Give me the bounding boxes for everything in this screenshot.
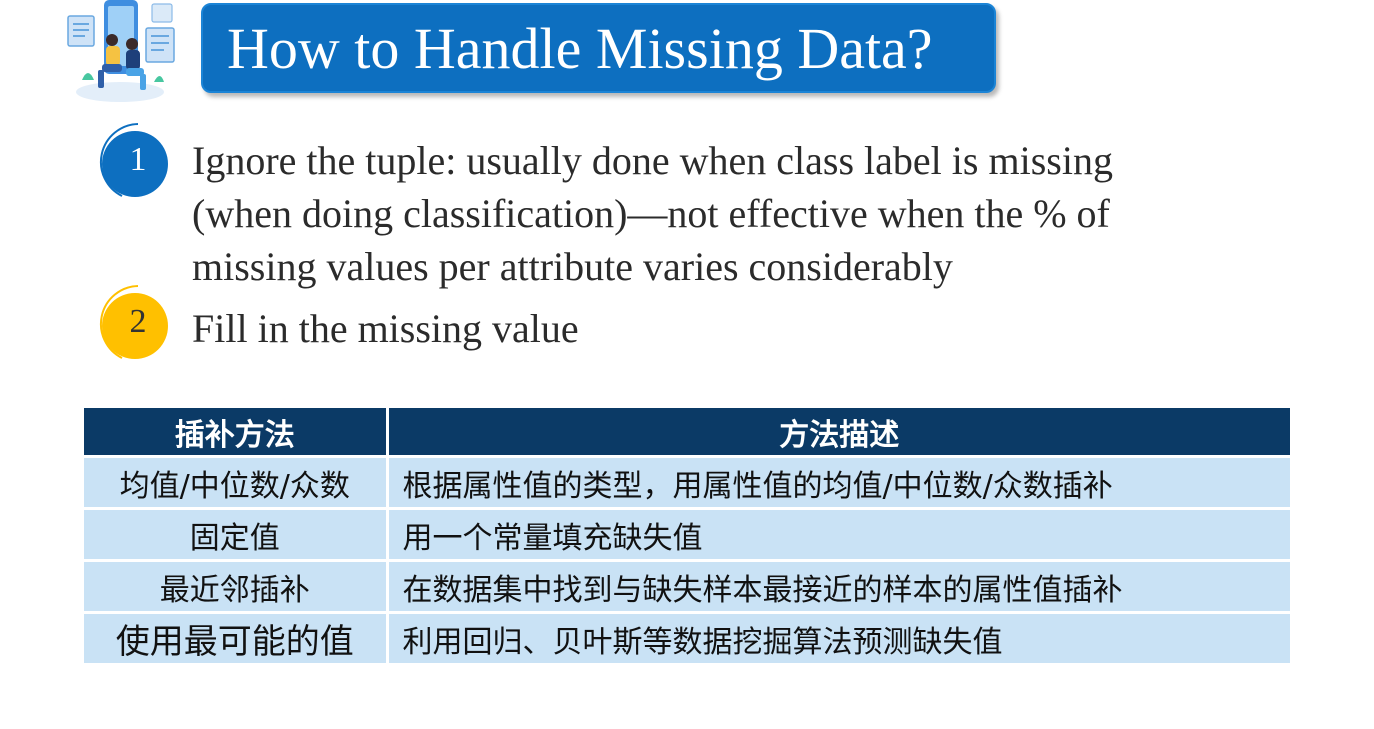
number-label-1: 1 xyxy=(129,141,147,178)
table-row: 均值/中位数/众数 根据属性值的类型，用属性值的均值/中位数/众数插补 xyxy=(84,455,1290,509)
number-label-2: 2 xyxy=(129,303,147,340)
number-badge-2: 2 xyxy=(92,282,176,366)
table-row: 固定值 用一个常量填充缺失值 xyxy=(84,507,1290,561)
item-1-line-2: (when doing classification)—not effectiv… xyxy=(192,191,1110,236)
header-description: 方法描述 xyxy=(387,408,1290,457)
table-row: 使用最可能的值 利用回归、贝叶斯等数据挖掘算法预测缺失值 xyxy=(84,611,1290,663)
description-cell: 利用回归、贝叶斯等数据挖掘算法预测缺失值 xyxy=(387,611,1290,663)
method-cell: 使用最可能的值 xyxy=(84,611,389,663)
item-1-text: Ignore the tuple: usually done when clas… xyxy=(192,134,1113,293)
description-cell: 用一个常量填充缺失值 xyxy=(387,507,1290,561)
table-header-row: 插补方法 方法描述 xyxy=(84,408,1290,457)
method-cell: 最近邻插补 xyxy=(84,559,389,613)
people-with-phone-illustration xyxy=(62,0,180,104)
methods-table: 插补方法 方法描述 均值/中位数/众数 根据属性值的类型，用属性值的均值/中位数… xyxy=(84,408,1290,663)
description-cell: 在数据集中找到与缺失样本最接近的样本的属性值插补 xyxy=(387,559,1290,613)
number-badge-1: 1 xyxy=(92,120,176,204)
page-title: How to Handle Missing Data? xyxy=(227,16,933,81)
method-cell: 固定值 xyxy=(84,507,389,561)
method-cell: 均值/中位数/众数 xyxy=(84,455,389,509)
item-1-line-1: Ignore the tuple: usually done when clas… xyxy=(192,138,1113,183)
item-2-line-1: Fill in the missing value xyxy=(192,306,579,351)
description-cell: 根据属性值的类型，用属性值的均值/中位数/众数插补 xyxy=(387,455,1290,509)
title-banner: How to Handle Missing Data? xyxy=(201,3,996,93)
item-2-text: Fill in the missing value xyxy=(192,302,579,355)
item-1-line-3: missing values per attribute varies cons… xyxy=(192,244,953,289)
header-method: 插补方法 xyxy=(84,408,389,457)
table-row: 最近邻插补 在数据集中找到与缺失样本最接近的样本的属性值插补 xyxy=(84,559,1290,613)
